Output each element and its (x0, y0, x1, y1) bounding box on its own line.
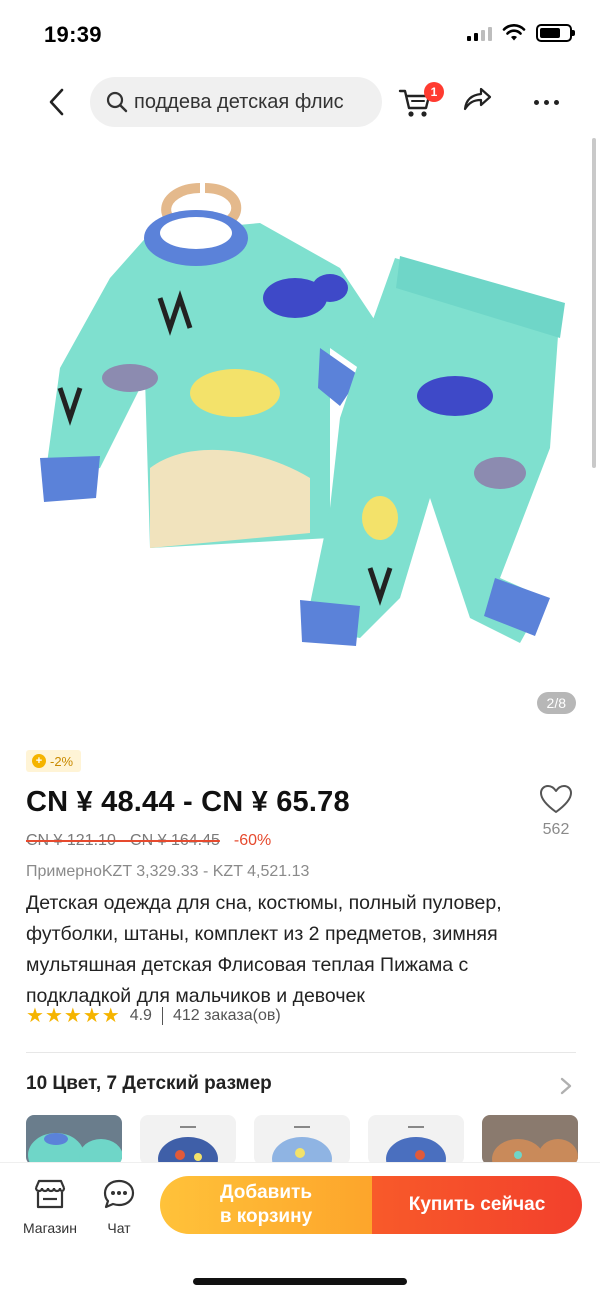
cart-button[interactable]: 1 (398, 82, 444, 122)
variant-thumb[interactable] (254, 1115, 350, 1165)
chat-label: Чат (107, 1220, 131, 1236)
variant-thumb[interactable] (140, 1115, 236, 1165)
variant-thumb[interactable] (368, 1115, 464, 1165)
add-to-cart-label-line1: Добавить (219, 1182, 313, 1203)
old-price: CN ¥ 121.10 - CN ¥ 164.45 (26, 832, 220, 849)
star-icon: ★ (44, 1005, 63, 1027)
chat-button[interactable]: Чат (94, 1176, 144, 1236)
coin-icon: + (32, 754, 46, 768)
add-to-cart-label-line2: в корзину (219, 1206, 313, 1227)
rating-value: 4.9 (129, 1007, 152, 1024)
wishlist-count: 562 (542, 821, 570, 838)
discount-chip: + -2% (26, 750, 82, 772)
variant-thumb[interactable] (482, 1115, 578, 1165)
cart-badge: 1 (424, 82, 444, 102)
top-nav: поддева детская флис 1 (0, 74, 600, 130)
heart-icon (540, 785, 572, 813)
orders-count: 412 заказа(ов) (172, 1007, 281, 1024)
chat-icon (103, 1179, 135, 1209)
more-dot (553, 99, 559, 105)
divider (26, 1052, 576, 1053)
wishlist-button[interactable]: 562 (536, 784, 576, 839)
shop-label: Магазин (22, 1220, 77, 1236)
share-button[interactable] (462, 84, 502, 120)
discount-percent: -60% (233, 832, 272, 849)
search-input[interactable]: поддева детская флис (90, 77, 382, 127)
add-to-cart-button[interactable]: Добавить в корзину (160, 1176, 372, 1234)
price-range: CN ¥ 48.44 - CN ¥ 65.78 (26, 786, 350, 818)
discount-chip-text: -2% (50, 753, 74, 769)
more-dot (533, 99, 539, 105)
buy-now-label: Купить сейчас (408, 1194, 546, 1215)
status-icons (467, 24, 575, 42)
product-image[interactable]: 2/8 (0, 138, 600, 738)
rating-row[interactable]: ★ ★ ★ ★ ★ 4.9 412 заказа(ов) (26, 1006, 281, 1026)
star-rating: ★ ★ ★ ★ ★ (26, 1006, 120, 1026)
bottom-action-bar: Магазин Чат Добавить в корзину Купить се… (0, 1162, 600, 1297)
product-title: Детская одежда для сна, костюмы, полный … (26, 892, 502, 1007)
variant-thumb[interactable] (26, 1115, 122, 1165)
back-button[interactable] (38, 84, 74, 120)
share-icon (463, 87, 492, 111)
scrollbar[interactable] (592, 138, 596, 468)
variant-thumbnails (26, 1115, 578, 1165)
star-icon: ★ (63, 1005, 82, 1027)
divider (161, 1007, 163, 1025)
buy-now-button[interactable]: Купить сейчас (372, 1176, 582, 1234)
chevron-right-icon[interactable] (558, 1076, 574, 1096)
variants-title[interactable]: 10 Цвет, 7 Детский размер (26, 1073, 272, 1095)
store-icon (34, 1179, 66, 1209)
chevron-left-icon (49, 88, 64, 116)
search-query: поддева детская флис (134, 90, 344, 113)
star-icon: ★ (26, 1005, 44, 1027)
shop-button[interactable]: Магазин (16, 1176, 84, 1236)
pajama-set-image (40, 183, 565, 646)
home-indicator[interactable] (193, 1278, 407, 1285)
star-icon: ★ (101, 1005, 120, 1027)
star-icon: ★ (82, 1005, 101, 1027)
cellular-signal-icon (467, 25, 492, 41)
battery-icon (536, 24, 575, 42)
product-info: + -2% CN ¥ 48.44 - CN ¥ 65.78 562 CN ¥ 1… (26, 750, 578, 1165)
more-options-button[interactable] (526, 84, 566, 120)
search-icon (106, 91, 128, 113)
old-price-row: CN ¥ 121.10 - CN ¥ 164.45 -60% (26, 832, 271, 850)
status-bar: 19:39 (0, 0, 600, 72)
more-dot (543, 99, 549, 105)
image-counter: 2/8 (536, 692, 576, 714)
wifi-icon (502, 24, 526, 41)
approx-price: ПримерноKZT 3,329.33 - KZT 4,521.13 (26, 863, 310, 880)
status-time: 19:39 (44, 22, 102, 47)
